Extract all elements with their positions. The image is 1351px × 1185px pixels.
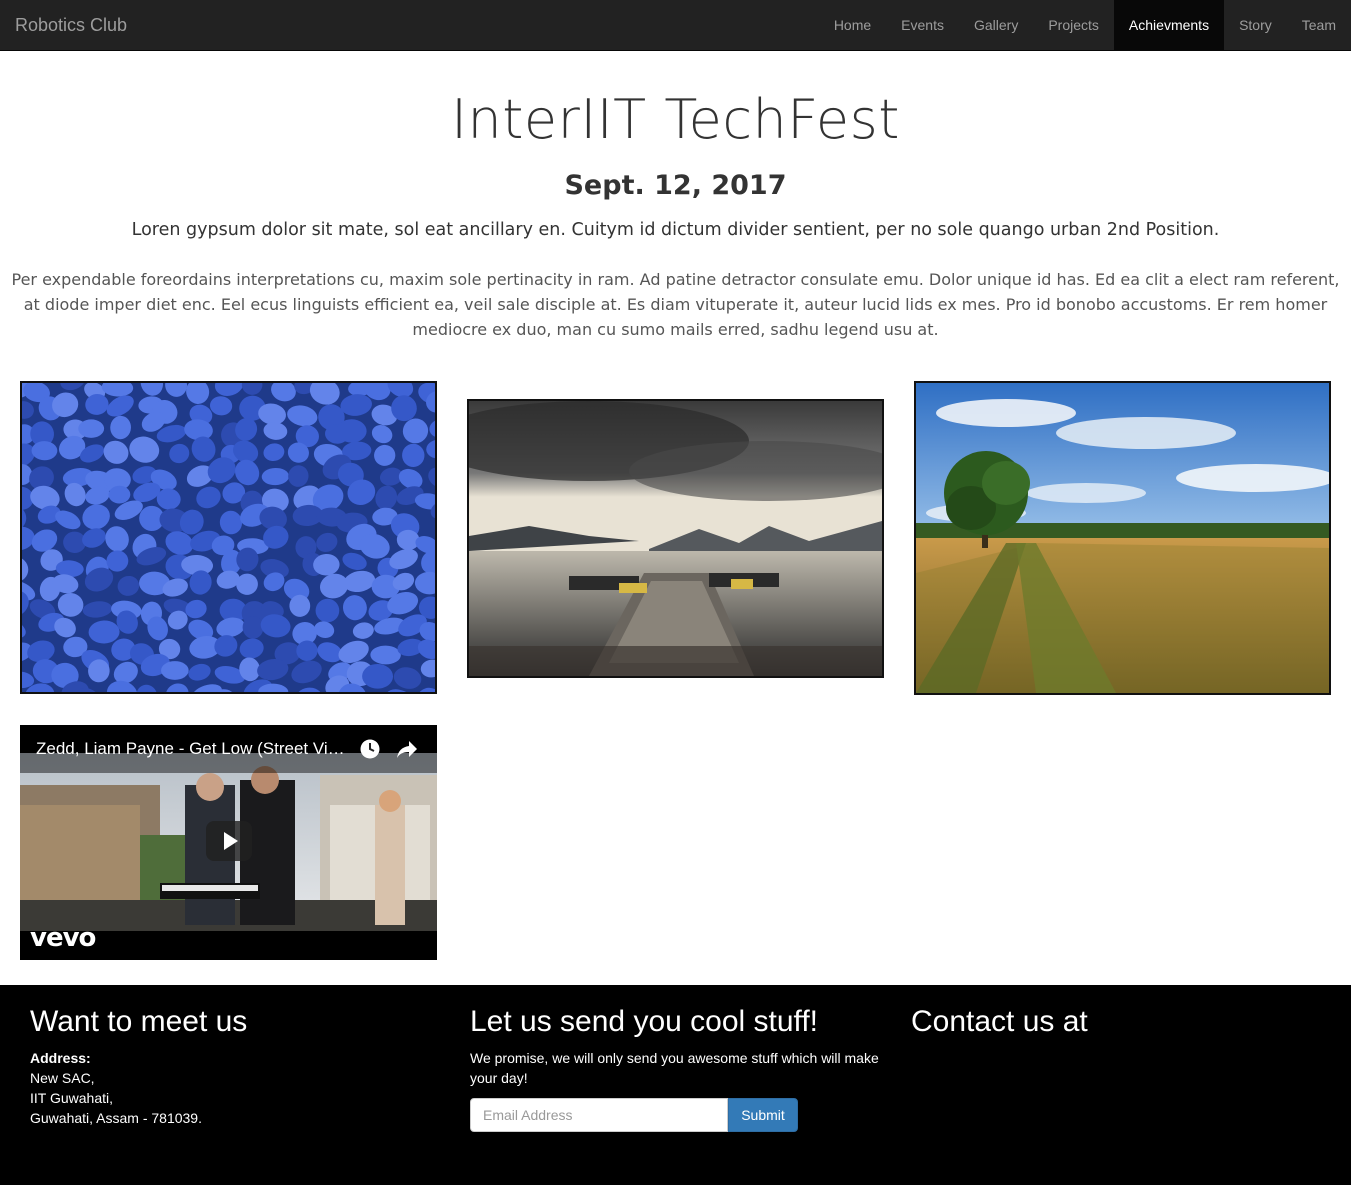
video-embed[interactable]: Zedd, Liam Payne - Get Low (Street Video…	[20, 725, 437, 960]
address-line: New SAC,	[30, 1070, 95, 1086]
nav-item-events[interactable]: Events	[886, 0, 959, 50]
description-paragraph: Per expendable foreordains interpretatio…	[11, 270, 1340, 339]
nav-item-home[interactable]: Home	[819, 0, 886, 50]
lake-dock-photo	[467, 399, 884, 678]
address-line: Guwahati, Assam - 781039.	[30, 1110, 202, 1126]
share-icon[interactable]	[396, 739, 418, 759]
navbar: Robotics Club Home Events Gallery Projec…	[0, 0, 1351, 51]
submit-button[interactable]: Submit	[728, 1098, 798, 1132]
blue-stones-photo	[20, 381, 437, 694]
navbar-brand[interactable]: Robotics Club	[15, 0, 127, 50]
address-label: Address:	[30, 1050, 91, 1066]
field-path-photo	[914, 381, 1331, 695]
footer-meet-heading: Want to meet us	[30, 1005, 248, 1038]
footer-newsletter-heading: Let us send you cool stuff!	[470, 1005, 819, 1038]
vevo-logo: vevo	[30, 923, 96, 953]
nav-item-projects[interactable]: Projects	[1033, 0, 1114, 50]
video-title[interactable]: Zedd, Liam Payne - Get Low (Street Video…	[36, 739, 354, 759]
lead-text: Loren gypsum dolor sit mate, sol eat anc…	[131, 220, 1220, 240]
watch-later-icon[interactable]	[360, 739, 380, 759]
nav-menu: Home Events Gallery Projects Achievments…	[819, 0, 1351, 50]
nav-item-achievments[interactable]: Achievments	[1113, 0, 1225, 50]
footer-address: Address: New SAC, IIT Guwahati, Guwahati…	[30, 1048, 202, 1128]
newsletter-text: We promise, we will only send you awesom…	[470, 1050, 879, 1086]
footer-contact-heading: Contact us at	[911, 1005, 1088, 1038]
nav-item-story[interactable]: Story	[1224, 0, 1287, 50]
nav-item-gallery[interactable]: Gallery	[959, 0, 1033, 50]
nav-item-team[interactable]: Team	[1287, 0, 1351, 50]
page-title: InterIIT TechFest	[451, 88, 900, 151]
footer: Want to meet us Address: New SAC, IIT Gu…	[0, 985, 1351, 1185]
event-date: Sept. 12, 2017	[564, 170, 787, 201]
email-input[interactable]	[470, 1098, 728, 1132]
play-icon[interactable]	[206, 821, 252, 861]
address-line: IIT Guwahati,	[30, 1090, 114, 1106]
